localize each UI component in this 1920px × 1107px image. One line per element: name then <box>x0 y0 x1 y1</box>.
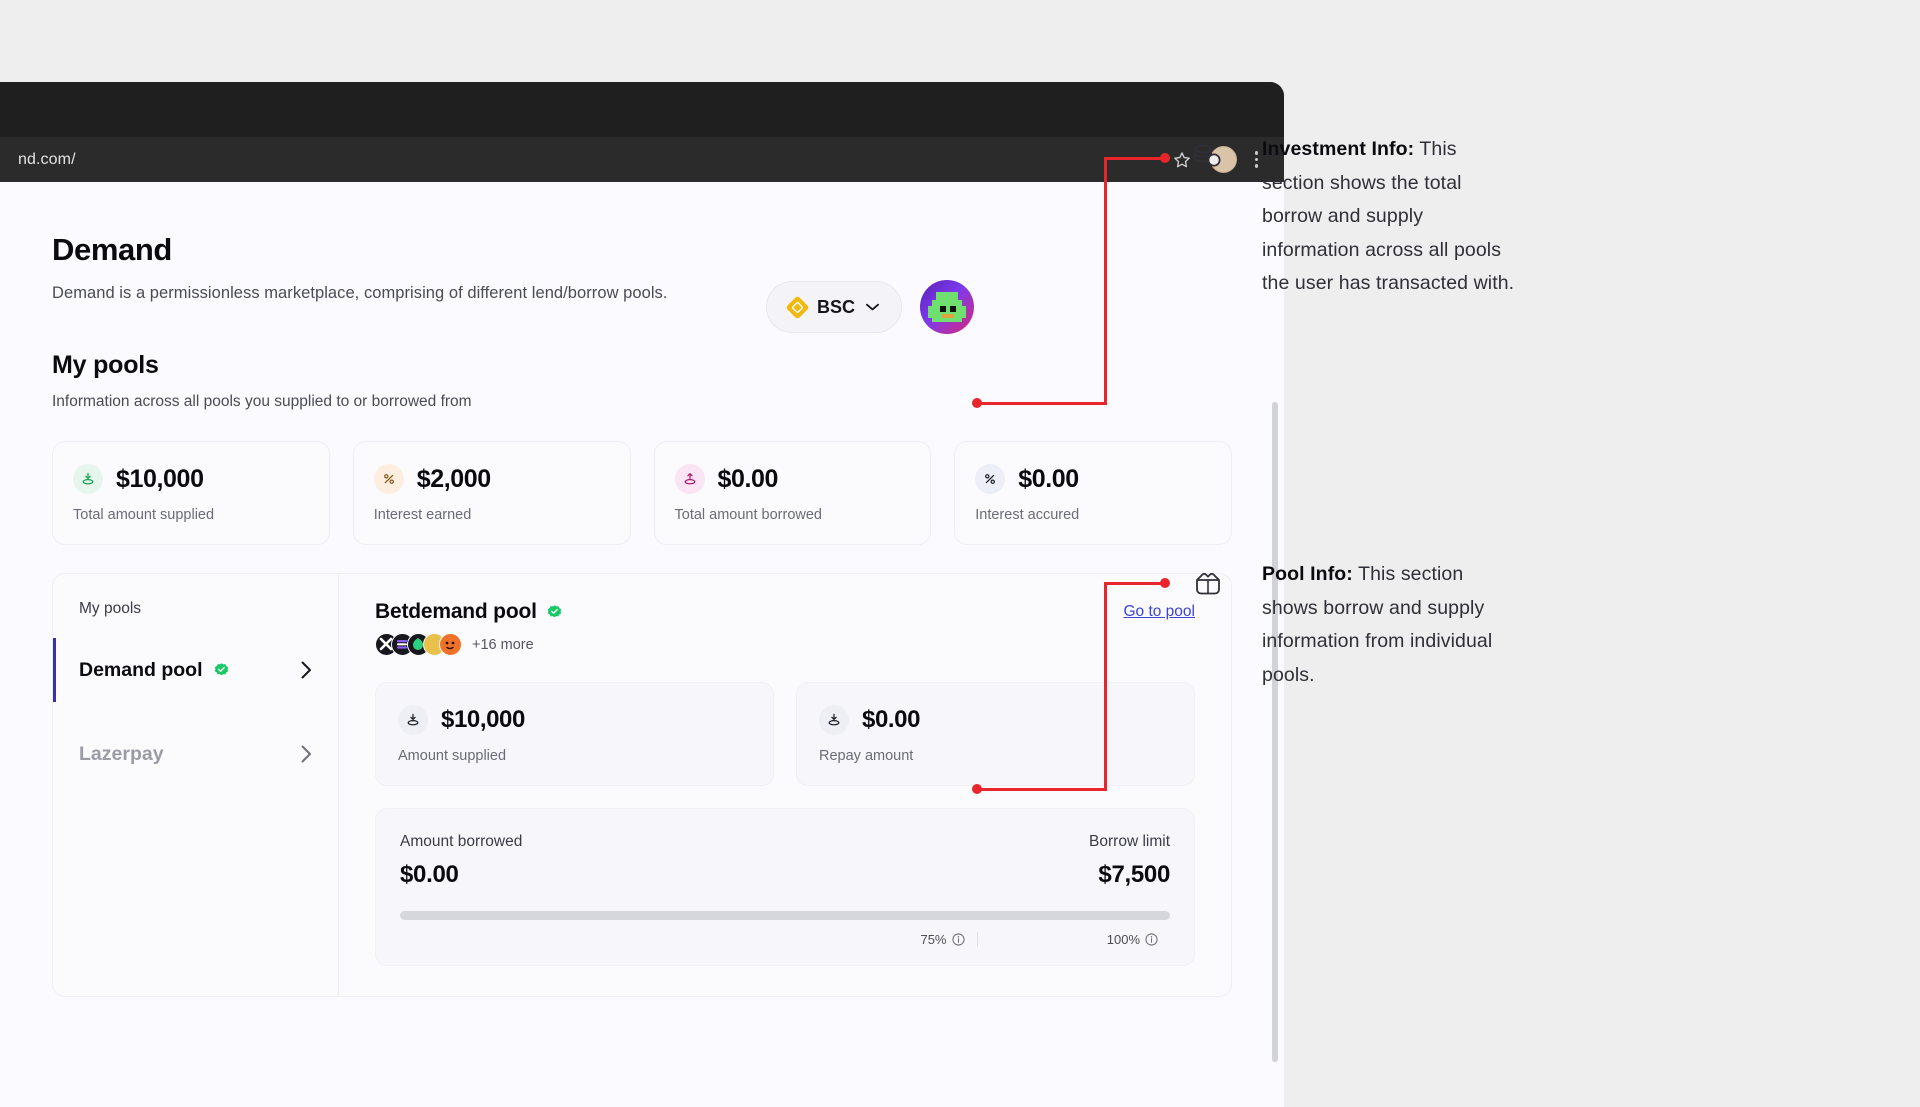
chain-label: BSC <box>816 296 855 317</box>
page-scrollbar[interactable] <box>1272 402 1278 1062</box>
screenshot-root: nd.com/ Demand Demand is a permissionles… <box>0 0 1920 1107</box>
browser-window: nd.com/ Demand Demand is a permissionles… <box>0 82 1284 1107</box>
amount-borrowed-label: Amount borrowed <box>400 833 523 850</box>
page-title: Demand <box>52 232 172 267</box>
pool-stats-row: $10,000 Amount supplied $0.00 Repay amou… <box>375 682 1195 786</box>
chain-selector[interactable]: BSC <box>765 281 902 333</box>
tokens-more-label: +16 more <box>472 636 534 653</box>
percent-icon <box>975 464 1006 494</box>
pool-bag-icon <box>1188 558 1236 692</box>
chevron-right-icon <box>301 661 311 679</box>
token-icon-5 <box>439 633 462 656</box>
stat-card-total-supplied: $10,000 Total amount supplied <box>52 441 330 545</box>
verified-badge-icon <box>547 604 561 617</box>
borrow-ticks: 75% 100% <box>400 932 1170 947</box>
pool-name: Lazerpay <box>79 742 164 765</box>
borrow-icon <box>674 464 705 494</box>
supply-icon <box>819 705 849 735</box>
pool-name: Demand pool <box>79 658 203 681</box>
pool-stat-repay-amount: $0.00 Repay amount <box>796 682 1195 786</box>
tick-75-label: 75% <box>920 932 947 947</box>
page-subtitle: Demand is a permissionless marketplace, … <box>52 284 668 302</box>
stat-label: Interest accured <box>975 507 1080 523</box>
stat-label: Amount supplied <box>398 748 507 764</box>
stat-value: $2,000 <box>416 464 491 493</box>
borrow-limit-label: Borrow limit <box>1089 833 1170 850</box>
info-icon[interactable] <box>951 933 965 946</box>
pools-list-title: My pools <box>79 600 142 617</box>
annotation-pool-info: Pool Info: This section shows borrow and… <box>1188 558 1524 692</box>
coins-stack-icon <box>1188 133 1236 301</box>
verified-badge-icon <box>214 662 228 675</box>
tick-75: 75% <box>400 932 978 947</box>
stat-card-total-borrowed: $0.00 Total amount borrowed <box>653 441 932 545</box>
browser-omnibox[interactable]: nd.com/ <box>0 137 1284 182</box>
annotation-text: Pool Info: This section shows borrow and… <box>1262 558 1524 692</box>
annotation-bold: Investment Info: <box>1262 138 1415 160</box>
summary-stats-row: $10,000 Total amount supplied $2,000 Int… <box>52 441 1284 545</box>
chevron-right-icon <box>301 745 311 763</box>
supply-icon <box>398 705 428 735</box>
stat-card-interest-accured: $0.00 Interest accured <box>954 441 1232 545</box>
stat-value: $10,000 <box>116 464 204 493</box>
go-to-pool-link[interactable]: Go to pool <box>1123 600 1195 621</box>
bnb-diamond-icon <box>785 294 810 320</box>
pool-detail: Betdemand pool +16 more Go to pool $10,0… <box>339 574 1231 996</box>
borrow-progress-bar[interactable] <box>400 911 1170 920</box>
tick-100: 100% <box>978 932 1171 947</box>
stat-label: Interest earned <box>373 507 472 523</box>
percent-icon <box>373 464 404 494</box>
pools-list: My pools Demand pool Lazerpay <box>53 574 339 996</box>
info-icon[interactable] <box>1145 933 1158 946</box>
annotation-bold: Pool Info: <box>1262 563 1353 585</box>
amount-borrowed-value: $0.00 <box>400 861 459 888</box>
browser-tabstrip <box>0 82 1284 137</box>
stat-value: $0.00 <box>862 706 921 733</box>
sidebar-item-demand-pool[interactable]: Demand pool <box>53 638 338 702</box>
annotation-investment-info: Investment Info: This section shows the … <box>1188 133 1524 301</box>
stat-card-interest-earned: $2,000 Interest earned <box>352 441 631 545</box>
sidebar-item-lazerpay[interactable]: Lazerpay <box>53 722 338 786</box>
stat-value: $10,000 <box>441 706 525 733</box>
stat-value: $0.00 <box>717 464 779 493</box>
pool-stat-amount-supplied: $10,000 Amount supplied <box>375 682 774 786</box>
chevron-down-icon <box>866 303 879 311</box>
section-title-my-pools: My pools <box>52 351 159 379</box>
section-subtitle-my-pools: Information across all pools you supplie… <box>52 393 472 410</box>
stat-label: Total amount supplied <box>73 507 215 523</box>
page-viewport: Demand Demand is a permissionless market… <box>0 182 1284 1107</box>
stat-label: Total amount borrowed <box>674 507 823 523</box>
stat-label: Repay amount <box>819 748 914 764</box>
annotation-body: This section shows the total borrow and … <box>1262 138 1515 294</box>
pool-detail-title: Betdemand pool <box>375 600 537 623</box>
wallet-avatar[interactable] <box>920 280 974 334</box>
tick-100-label: 100% <box>1106 932 1140 947</box>
omnibox-url: nd.com/ <box>18 150 76 168</box>
header-actions: BSC <box>765 280 974 334</box>
annotation-text: Investment Info: This section shows the … <box>1262 133 1524 301</box>
borrow-limit-value: $7,500 <box>1098 861 1170 888</box>
pools-panel: My pools Demand pool Lazerpay Betdemand … <box>52 573 1232 997</box>
supply-icon <box>73 464 103 494</box>
stat-value: $0.00 <box>1018 464 1079 493</box>
borrow-limit-box: Amount borrowed Borrow limit $0.00 $7,50… <box>375 808 1195 966</box>
token-avatar-group <box>375 633 462 656</box>
